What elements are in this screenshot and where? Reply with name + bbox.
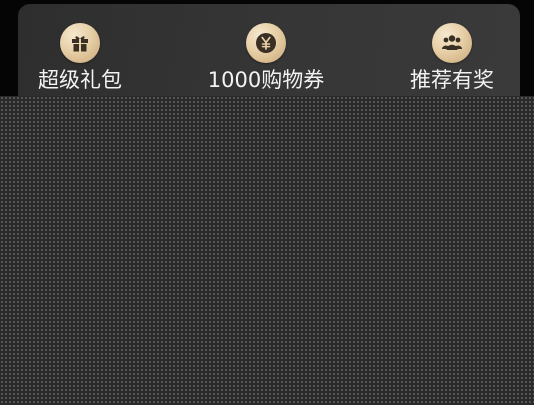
benefit-item-gift-pack[interactable]: 超级礼包 bbox=[38, 4, 122, 93]
benefit-label-gift-pack: 超级礼包 bbox=[38, 68, 122, 92]
benefit-label-coupon: 1000购物券 bbox=[207, 68, 325, 92]
benefit-item-coupon[interactable]: 1000购物券 bbox=[208, 4, 324, 93]
benefit-item-referral[interactable]: 推荐有奖 bbox=[410, 4, 494, 93]
benefits-card: 超级礼包 1000购物券 推荐有奖 bbox=[18, 4, 520, 96]
benefit-label-referral: 推荐有奖 bbox=[409, 68, 494, 92]
group-icon bbox=[431, 23, 472, 63]
yen-coin-icon bbox=[245, 23, 286, 63]
gift-icon bbox=[60, 23, 100, 63]
